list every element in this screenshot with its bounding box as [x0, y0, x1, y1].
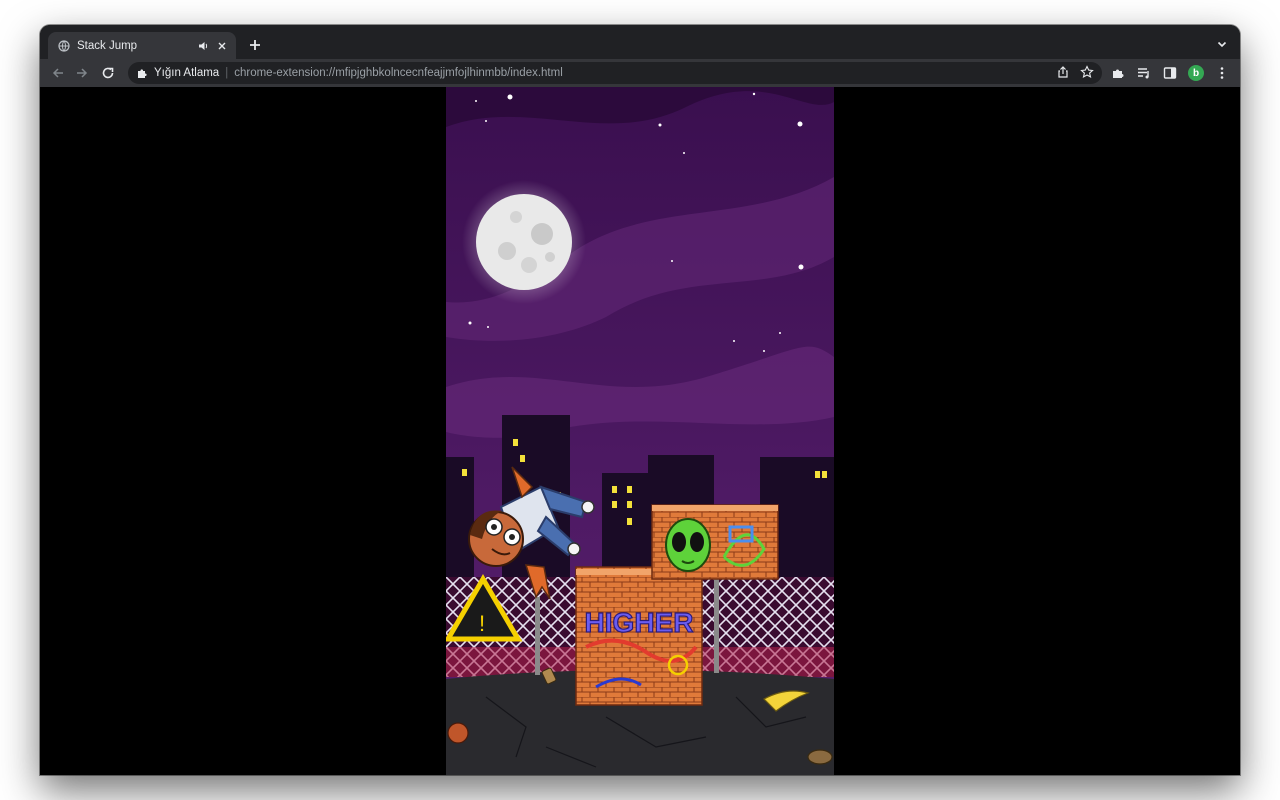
moon	[476, 194, 572, 290]
page-content: ! HIGHER	[40, 87, 1240, 775]
tab-title: Stack Jump	[77, 39, 138, 52]
fence-post	[714, 577, 719, 673]
plus-icon[interactable]	[247, 37, 263, 53]
apple-core	[447, 722, 469, 744]
side-panel-icon[interactable]	[1162, 65, 1178, 81]
toolbar: Yığın Atlama | chrome-extension://mfipjg…	[40, 59, 1240, 87]
star-icon[interactable]	[1080, 65, 1094, 79]
url-text[interactable]: chrome-extension://mfipjghbkolncecnfeajj…	[234, 67, 563, 79]
globe-icon	[58, 39, 70, 52]
puzzle-icon[interactable]	[1110, 65, 1126, 81]
tab-stack-jump[interactable]: Stack Jump	[48, 32, 236, 59]
profile-avatar[interactable]: b	[1188, 65, 1204, 81]
reload-icon[interactable]	[100, 65, 116, 81]
share-icon[interactable]	[1056, 65, 1070, 79]
site-name: Yığın Atlama	[154, 67, 220, 79]
bread-crumb	[807, 749, 833, 765]
forward-arrow-icon[interactable]	[74, 65, 90, 81]
alien-graffiti	[665, 518, 711, 572]
back-arrow-icon[interactable]	[50, 65, 66, 81]
chevron-down-icon[interactable]	[1216, 38, 1228, 50]
address-bar[interactable]: Yığın Atlama | chrome-extension://mfipjg…	[128, 62, 1102, 84]
graffiti-higher: HIGHER	[585, 607, 694, 638]
tab-strip: Stack Jump	[40, 25, 1240, 59]
media-queue-icon[interactable]	[1136, 65, 1152, 81]
puzzle-icon	[136, 67, 148, 79]
address-separator: |	[225, 67, 229, 79]
kebab-menu-icon[interactable]	[1214, 65, 1230, 81]
game-scene: ! HIGHER	[446, 87, 834, 775]
speaker-icon[interactable]	[198, 40, 210, 52]
game-canvas[interactable]: ! HIGHER	[446, 87, 834, 775]
close-icon[interactable]	[216, 40, 228, 52]
svg-text:!: !	[479, 611, 485, 636]
browser-window: Stack Jump Yığın Atlama | chrome-extensi…	[40, 25, 1240, 775]
